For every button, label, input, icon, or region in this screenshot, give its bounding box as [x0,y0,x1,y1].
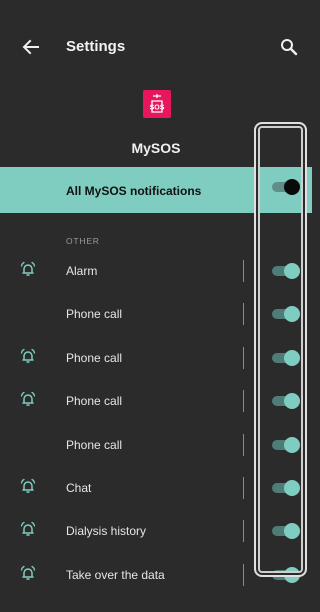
section-header-other: OTHER [66,236,100,246]
row-divider [243,433,244,456]
app-bar: Settings [0,0,312,88]
alert-bell-icon [19,521,37,539]
alert-bell-icon [19,391,37,409]
channel-label: Chat [66,481,92,495]
alert-bell-icon [19,348,37,366]
row-divider [243,563,244,586]
toggle-column-highlight [254,122,307,577]
app-logo-text: SOS [150,105,165,112]
alert-bell-icon [19,565,37,583]
row-divider [243,303,244,326]
row-divider [243,390,244,413]
arrow-left-icon [22,39,39,55]
row-divider [243,477,244,499]
search-icon [281,39,298,56]
alert-bell-icon [19,261,37,279]
channel-label: Alarm [66,264,98,278]
row-divider [243,520,244,543]
channel-label: Dialysis history [66,524,147,539]
channel-label: Phone call [66,307,123,322]
back-button[interactable] [20,36,42,58]
channel-label: Take over the data [66,567,165,582]
app-logo: SOS [143,90,171,118]
alert-bell-icon [19,478,37,496]
search-button[interactable] [279,37,299,57]
channel-label: Phone call [66,350,123,365]
row-divider [243,260,244,282]
channel-label: Phone call [66,394,123,409]
row-divider [243,346,244,369]
channel-label: Phone call [66,437,123,452]
all-notifications-label: All MySOS notifications [66,184,202,198]
page-title: Settings [66,38,126,55]
